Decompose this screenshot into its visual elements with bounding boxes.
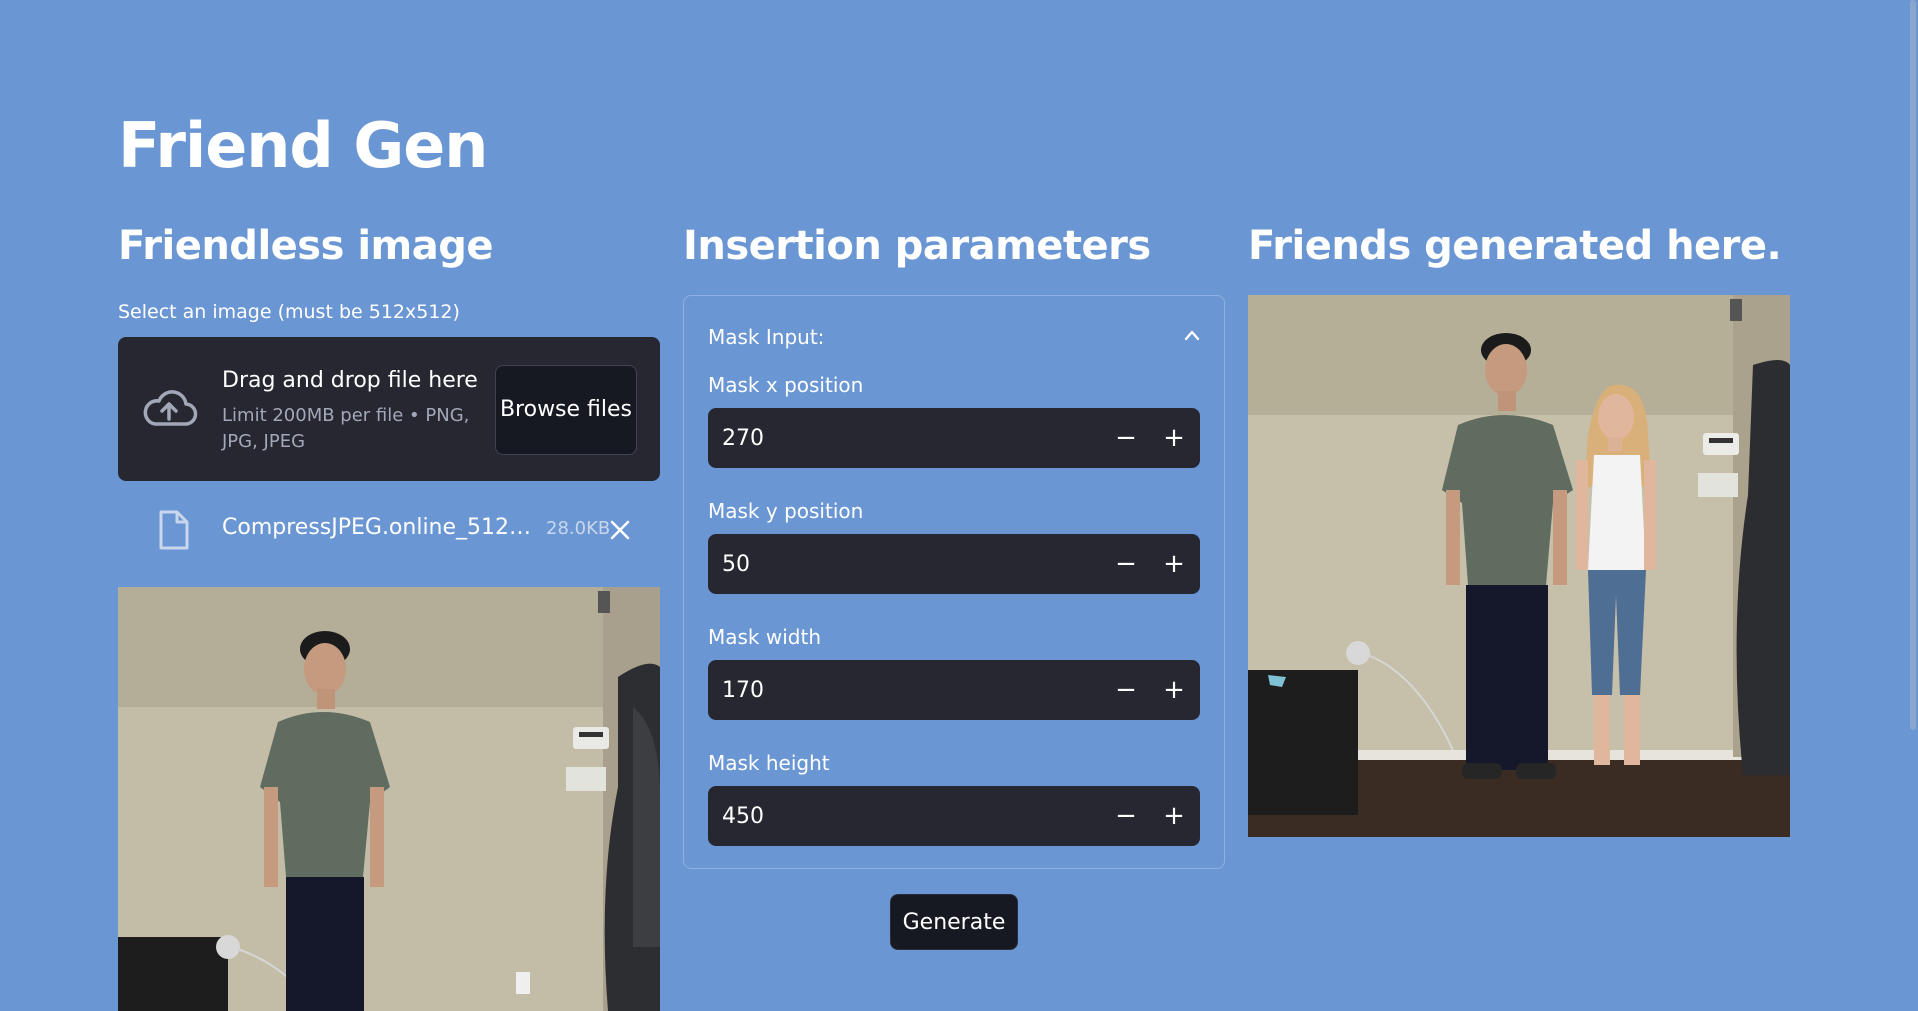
mask-x-input: − +: [708, 408, 1200, 468]
friendless-image-heading: Friendless image: [118, 223, 493, 269]
close-icon[interactable]: [608, 518, 632, 542]
mask-y-input: − +: [708, 534, 1200, 594]
mask-x-value[interactable]: [708, 408, 1098, 468]
mask-height-increment-button[interactable]: +: [1150, 786, 1198, 846]
app-title: Friend Gen: [118, 109, 488, 182]
insertion-parameters-heading: Insertion parameters: [683, 223, 1151, 269]
uploaded-file-name: CompressJPEG.online_512x512_image.jpg: [222, 515, 542, 540]
mask-width-input: − +: [708, 660, 1200, 720]
generated-photo: [1248, 295, 1790, 837]
mask-height-decrement-button[interactable]: −: [1102, 786, 1150, 846]
mask-width-value[interactable]: [708, 660, 1098, 720]
browse-files-button[interactable]: Browse files: [495, 365, 637, 455]
generate-button[interactable]: Generate: [890, 894, 1018, 950]
mask-height-input: − +: [708, 786, 1200, 846]
dropzone-limit-text: Limit 200MB per file • PNG, JPG, JPEG: [222, 405, 470, 452]
mask-x-decrement-button[interactable]: −: [1102, 408, 1150, 468]
page-scrollbar[interactable]: [1910, 0, 1916, 730]
mask-width-increment-button[interactable]: +: [1150, 660, 1198, 720]
file-dropzone[interactable]: Drag and drop file here Limit 200MB per …: [118, 337, 660, 481]
expander-title: Mask Input:: [708, 325, 825, 349]
friends-generated-heading: Friends generated here.: [1248, 223, 1782, 269]
mask-y-label: Mask y position: [708, 499, 864, 523]
mask-height-value[interactable]: [708, 786, 1098, 846]
uploaded-file-size: 28.0KB: [546, 518, 611, 539]
mask-y-value[interactable]: [708, 534, 1098, 594]
mask-y-decrement-button[interactable]: −: [1102, 534, 1150, 594]
expander-header[interactable]: Mask Input:: [708, 317, 1202, 357]
friendless-photo: [118, 587, 660, 1011]
uploaded-file-item: CompressJPEG.online_512x512_image.jpg 28…: [118, 503, 660, 553]
file-icon: [159, 510, 189, 550]
chevron-up-icon: [1184, 330, 1200, 341]
mask-y-increment-button[interactable]: +: [1150, 534, 1198, 594]
mask-x-increment-button[interactable]: +: [1150, 408, 1198, 468]
mask-input-expander: Mask Input: Mask x position − + Mask y p…: [683, 295, 1225, 869]
mask-x-label: Mask x position: [708, 373, 864, 397]
mask-width-decrement-button[interactable]: −: [1102, 660, 1150, 720]
uploader-label: Select an image (must be 512x512): [118, 301, 460, 323]
dropzone-title: Drag and drop file here: [222, 368, 478, 393]
mask-width-label: Mask width: [708, 625, 821, 649]
cloud-upload-icon: [143, 390, 198, 426]
mask-height-label: Mask height: [708, 751, 830, 775]
